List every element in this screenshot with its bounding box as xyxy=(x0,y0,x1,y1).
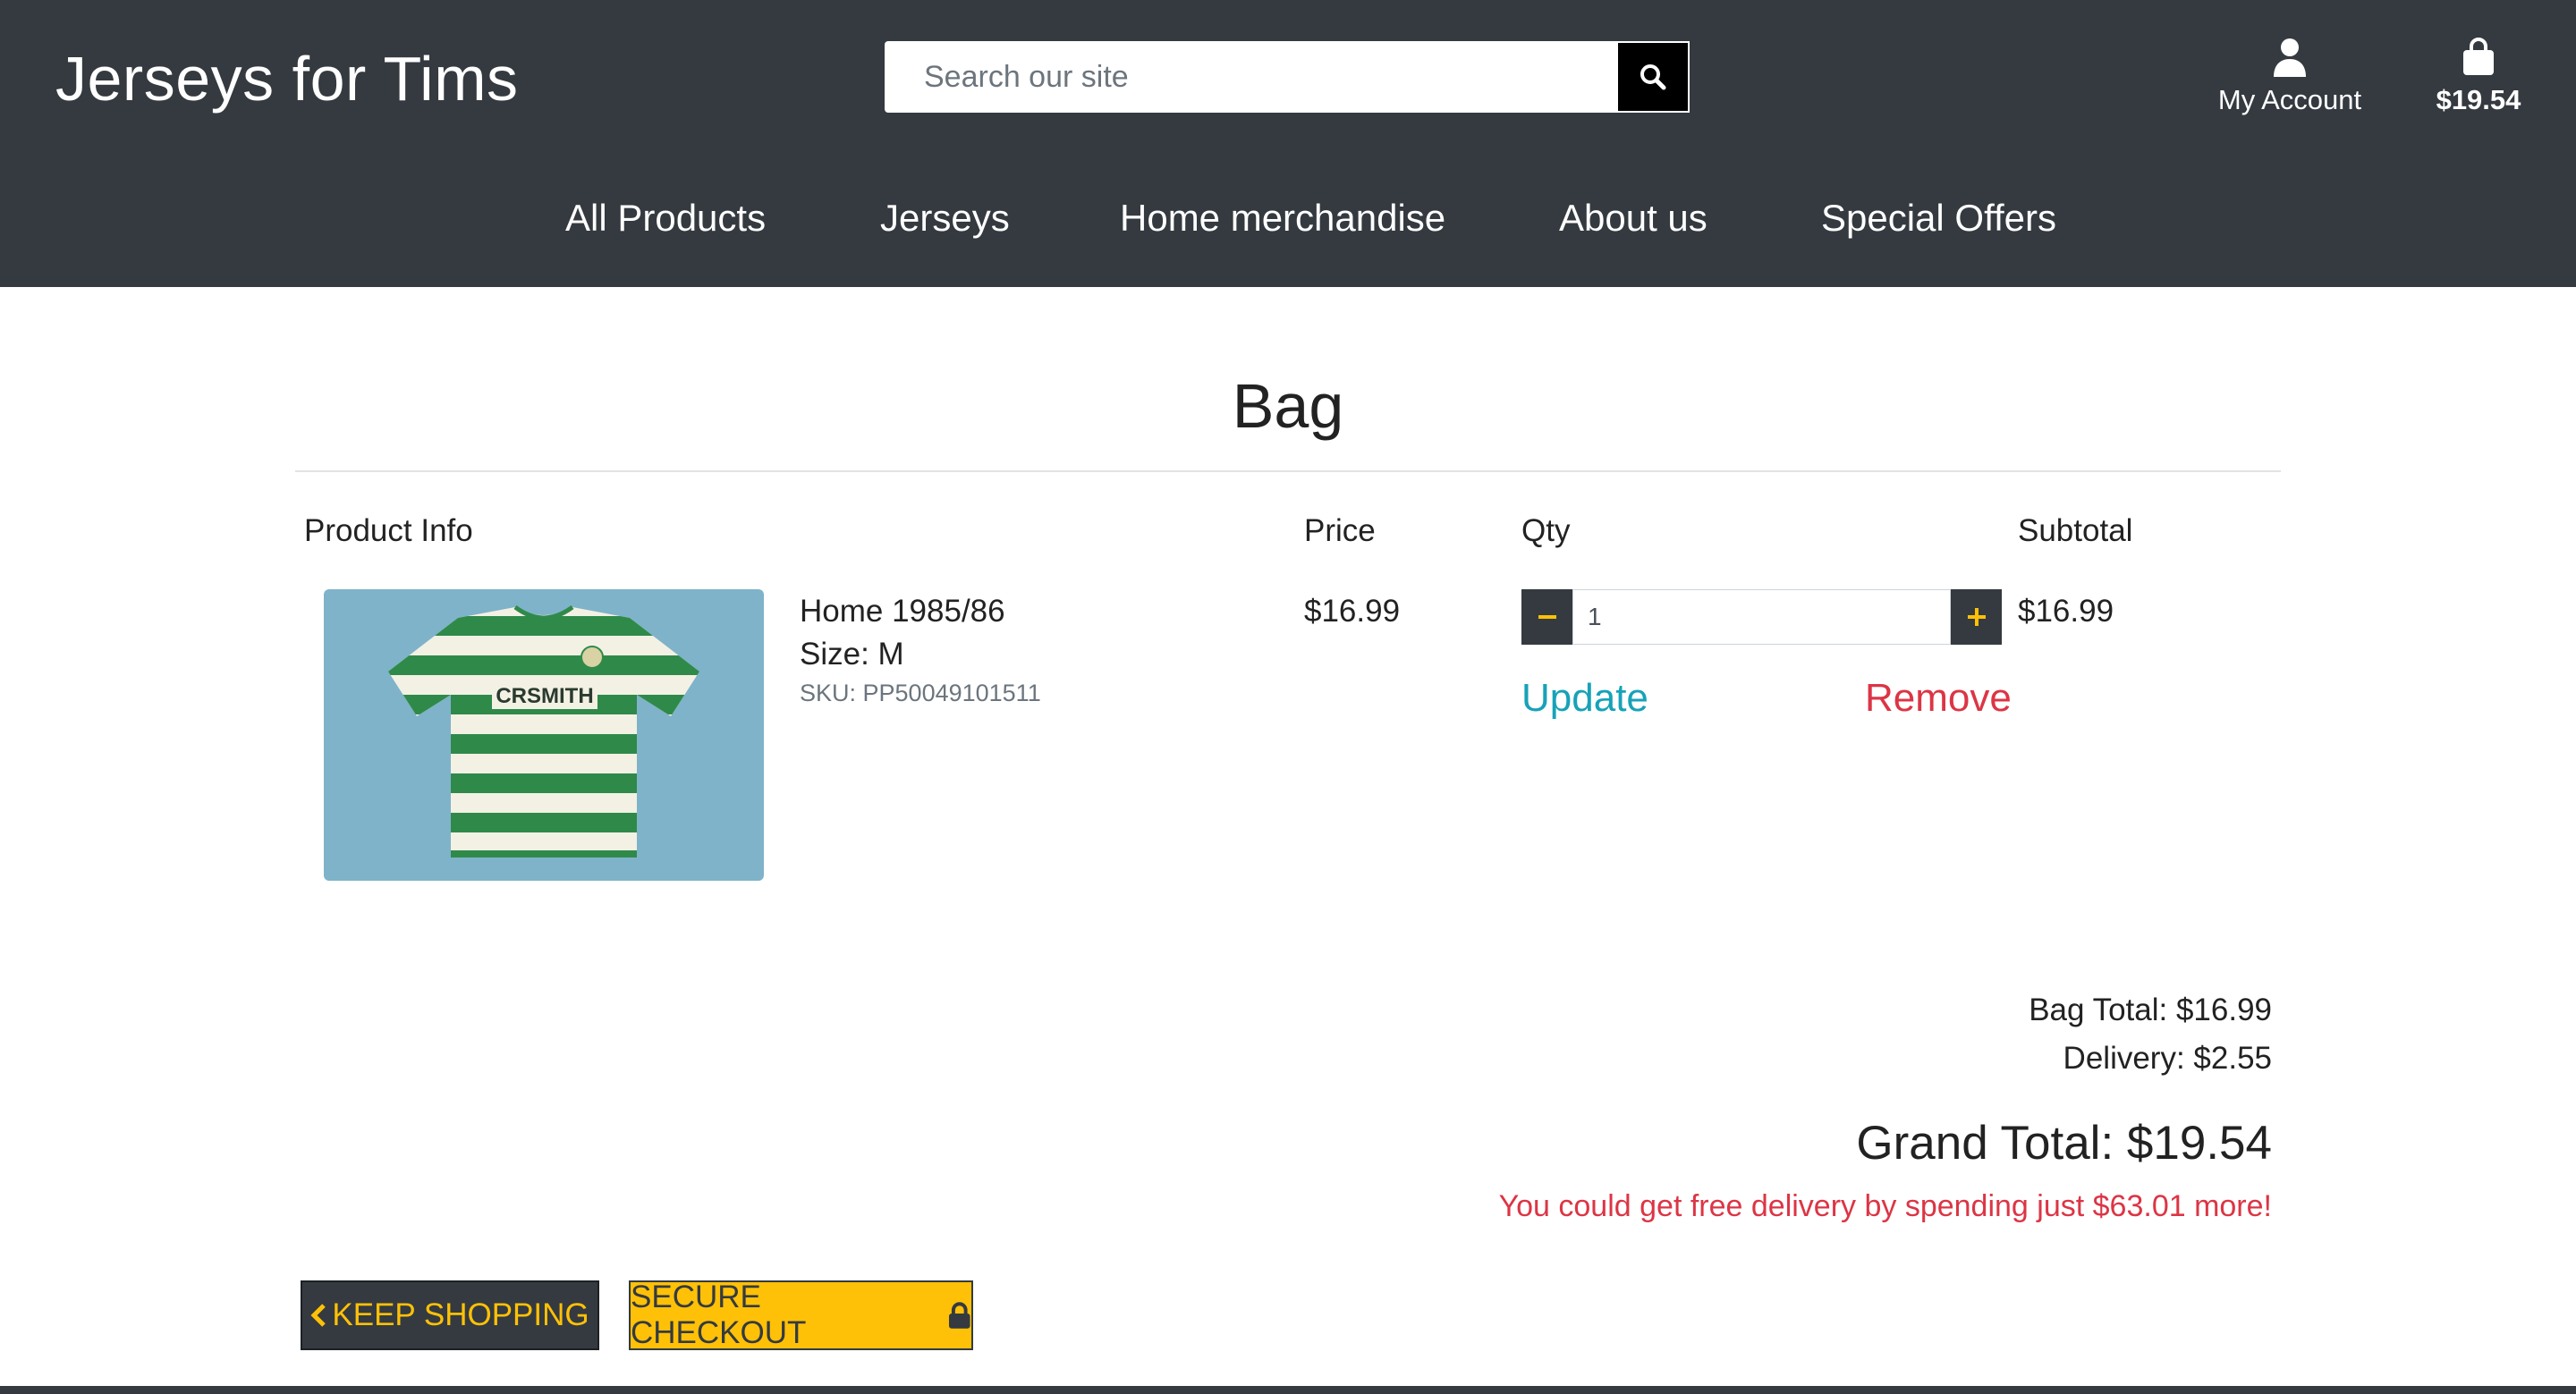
lock-icon xyxy=(949,1302,971,1329)
minus-icon xyxy=(1538,615,1556,619)
shopping-bag-icon xyxy=(2463,38,2494,75)
grand-total: Grand Total: $19.54 xyxy=(1856,1117,2272,1170)
secure-checkout-button[interactable]: SECURE CHECKOUT xyxy=(629,1280,973,1350)
header-price: Price xyxy=(1304,513,1376,548)
product-size: Size: M xyxy=(800,637,904,672)
quantity-stepper xyxy=(1521,589,2002,645)
title-divider xyxy=(295,470,2281,472)
search-form xyxy=(885,41,1690,113)
plus-icon xyxy=(1967,608,1986,626)
user-icon xyxy=(2274,38,2306,77)
header-product-info: Product Info xyxy=(304,513,473,548)
search-button[interactable] xyxy=(1616,41,1690,113)
decrement-qty-button[interactable] xyxy=(1521,589,1572,645)
bag-link[interactable]: $19.54 xyxy=(2424,38,2533,116)
size-value: M xyxy=(877,637,904,672)
header-qty: Qty xyxy=(1521,513,1571,548)
keep-shopping-button[interactable]: KEEP SHOPPING xyxy=(301,1280,599,1350)
brand-logo[interactable]: Jerseys for Tims xyxy=(55,43,519,114)
qty-input[interactable] xyxy=(1572,589,1951,645)
chevron-left-icon xyxy=(310,1304,326,1327)
product-sku: SKU: PP50049101511 xyxy=(800,680,1041,706)
nav-all-products[interactable]: All Products xyxy=(565,197,766,240)
product-subtotal: $16.99 xyxy=(2018,594,2114,629)
search-icon xyxy=(1640,64,1666,90)
nav-jerseys[interactable]: Jerseys xyxy=(880,197,1010,240)
size-label: Size: xyxy=(800,637,869,672)
search-input[interactable] xyxy=(885,41,1616,113)
nav-home-merchandise[interactable]: Home merchandise xyxy=(1120,197,1445,240)
site-header: Jerseys for Tims My Account $19.54 All P… xyxy=(0,0,2576,287)
footer-bar xyxy=(0,1386,2576,1394)
increment-qty-button[interactable] xyxy=(1951,589,2002,645)
product-name: Home 1985/86 xyxy=(800,594,1005,629)
bag-total: Bag Total: $16.99 xyxy=(2029,993,2272,1027)
product-image: CRSMITH xyxy=(324,589,764,881)
account-label: My Account xyxy=(2217,84,2362,115)
page-title: Bag xyxy=(1232,371,1344,441)
keep-shopping-label: KEEP SHOPPING xyxy=(332,1297,589,1332)
product-price: $16.99 xyxy=(1304,594,1401,629)
my-account-link[interactable]: My Account xyxy=(2209,38,2370,116)
bag-total-label: $19.54 xyxy=(2436,84,2521,115)
delivery-cost: Delivery: $2.55 xyxy=(2063,1041,2272,1076)
nav-about-us[interactable]: About us xyxy=(1559,197,1707,240)
remove-link[interactable]: Remove xyxy=(1865,676,2012,721)
free-delivery-notice: You could get free delivery by spending … xyxy=(1498,1189,2272,1223)
shirt-sponsor-text: CRSMITH xyxy=(496,684,593,708)
header-subtotal: Subtotal xyxy=(2018,513,2133,548)
nav-special-offers[interactable]: Special Offers xyxy=(1821,197,2056,240)
secure-checkout-label: SECURE CHECKOUT xyxy=(631,1280,807,1350)
update-link[interactable]: Update xyxy=(1521,676,1648,721)
